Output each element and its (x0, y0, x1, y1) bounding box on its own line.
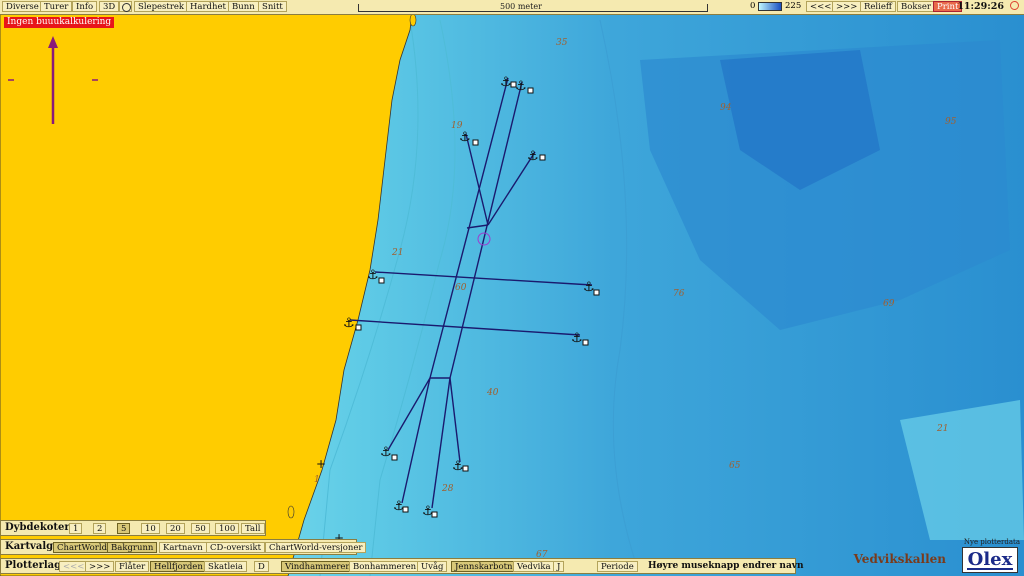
dybde-option[interactable]: 2 (93, 523, 107, 534)
plotterlag-uvag[interactable]: Uvåg (417, 561, 448, 572)
plotterlag-j[interactable]: J (553, 561, 565, 572)
depth-label: 95 (945, 117, 957, 127)
relieff-button[interactable]: Relieff (860, 1, 896, 12)
anchor-icon[interactable]: ⚓ (459, 130, 471, 145)
anchor-icon[interactable]: ⚓ (500, 75, 512, 90)
target-ring-icon (122, 3, 131, 12)
plotterlag-vindhammeren[interactable]: Vindhammeren (281, 561, 355, 572)
plotterlag-flater[interactable]: Flåter (115, 561, 150, 572)
plotterlag-bonhammeren[interactable]: Bonhammeren (349, 561, 421, 572)
depth-min: 0 (750, 1, 756, 11)
anchor-icon[interactable]: ⚓ (367, 268, 379, 283)
buoy-icon (582, 339, 589, 346)
anchor-icon[interactable]: ⚓ (380, 445, 392, 460)
anchor-icon[interactable]: ⚓ (515, 79, 527, 94)
anchor-icon[interactable]: ⚓ (452, 459, 464, 474)
depth-label: 69 (883, 299, 895, 309)
buoy-icon (431, 511, 438, 518)
plotterlag-prev[interactable]: <<< (59, 561, 89, 572)
kartvalg-label: Kartvalg (5, 541, 54, 552)
buoy-icon (539, 154, 546, 161)
plotterlag-label: Plotterlag (5, 560, 62, 571)
anchor-icon[interactable]: ⚓ (527, 149, 539, 164)
plotterlag-periode[interactable]: Periode (597, 561, 638, 572)
warning-badge: Ingen buuukalkulering (4, 17, 115, 28)
plotterlag-next[interactable]: >>> (85, 561, 115, 572)
plotterlag-d[interactable]: D (254, 561, 269, 572)
depth-label: 35 (556, 38, 568, 48)
islet (409, 13, 417, 27)
buoy-icon (378, 277, 385, 284)
kartvalg-kartnavn[interactable]: Kartnavn (159, 542, 207, 553)
anchor-icon[interactable]: ⚓ (571, 331, 583, 346)
plotterlag-hint: Høyre museknapp endrer navn (648, 561, 804, 571)
plotterlag-skatleia[interactable]: Skatleia (204, 561, 247, 572)
prev-button[interactable]: <<< (806, 1, 836, 12)
clock: 11:29:26 (957, 1, 1004, 12)
anchor-icon[interactable]: ⚓ (583, 280, 595, 295)
buoy-icon (527, 87, 534, 94)
depth-label: 60 (455, 283, 467, 293)
kartvalg-bakgrunn[interactable]: Bakgrunn (107, 542, 158, 553)
buoy-icon (402, 506, 409, 513)
target-icon[interactable] (119, 1, 132, 12)
menu-snitt[interactable]: Snitt (258, 1, 287, 12)
depth-label: 40 (486, 388, 499, 398)
kartvalg-cd-oversikt[interactable]: CD-oversikt (206, 542, 266, 553)
bokser-button[interactable]: Bokser (897, 1, 935, 12)
kartvalg-chartworld-versjoner[interactable]: ChartWorld-versjoner (265, 542, 367, 553)
nye-plotterdata: Nye plotterdata (963, 538, 1020, 546)
menu-diverse[interactable]: Diverse (2, 1, 43, 12)
plotterlag-row: Plotterlag <<< >>> Flåter Hellfjorden Sk… (0, 558, 804, 574)
depth-label: 28 (441, 484, 454, 494)
dybde-option-selected[interactable]: 5 (117, 523, 131, 534)
depth-label: 65 (729, 461, 741, 471)
menu-bunn[interactable]: Bunn (228, 1, 259, 12)
depth-gradient[interactable] (758, 2, 782, 11)
buoy-icon (593, 289, 600, 296)
next-button[interactable]: >>> (832, 1, 862, 12)
menu-3d[interactable]: 3D (99, 1, 120, 12)
plotterlag-jennskarbotn[interactable]: Jennskarbotn (451, 561, 517, 572)
dybde-option[interactable]: Tall (241, 523, 265, 534)
dybde-option[interactable]: 10 (141, 523, 160, 534)
anchor-icon[interactable]: ⚓ (343, 316, 355, 331)
depth-label: 1 (314, 475, 320, 485)
dybde-option[interactable]: 50 (191, 523, 210, 534)
plus-marker: + (316, 457, 326, 471)
menu-slepestrek[interactable]: Slepestrek (134, 1, 189, 12)
buoy-icon (355, 324, 362, 331)
dybde-option[interactable]: 1 (69, 523, 83, 534)
top-toolbar: Diverse Turer Info 3D Slepestrek Hardhet… (0, 0, 1024, 15)
buoy-icon (391, 454, 398, 461)
sun-icon[interactable] (1010, 1, 1019, 10)
buoy-icon (510, 81, 517, 88)
menu-turer[interactable]: Turer (40, 1, 73, 12)
depth-label: 94 (720, 103, 732, 113)
dybde-option[interactable]: 20 (166, 523, 185, 534)
depth-max: 225 (785, 1, 802, 11)
scale-bar: 500 meter (358, 2, 708, 12)
plotterlag-vedvika[interactable]: Vedvika (513, 561, 555, 572)
place-name: Vedvikskallen (853, 552, 946, 566)
dybdekoter-label: Dybdekoter (5, 522, 70, 533)
kartvalg-row: Kartvalg ChartWorld Bakgrunn Kartnavn CD… (0, 539, 367, 555)
dybdekoter-row: Dybdekoter 1 2 5 10 20 50 100 Tall (0, 520, 266, 536)
scale-label: 500 meter (498, 2, 544, 11)
chart-map[interactable]: ⚓ ⚓ ⚓ ⚓ ⚓ ⚓ ⚓ ⚓ ⚓ ⚓ ⚓ ⚓ + + 35 94 95 19 … (0, 0, 1024, 576)
depth-label: 21 (391, 248, 403, 258)
menu-info[interactable]: Info (72, 1, 98, 12)
buoy-icon (462, 465, 469, 472)
kartvalg-chartworld[interactable]: ChartWorld (53, 542, 112, 553)
buoy-icon (472, 139, 479, 146)
depth-label: 19 (451, 121, 463, 131)
dybde-option[interactable]: 100 (215, 523, 240, 534)
olex-logo: Olex (962, 547, 1018, 573)
depth-label: 76 (673, 289, 685, 299)
islet (287, 505, 295, 519)
menu-hardhet[interactable]: Hardhet (186, 1, 230, 12)
depth-label: 21 (936, 424, 948, 434)
plotterlag-hellfjorden[interactable]: Hellfjorden (150, 561, 207, 572)
